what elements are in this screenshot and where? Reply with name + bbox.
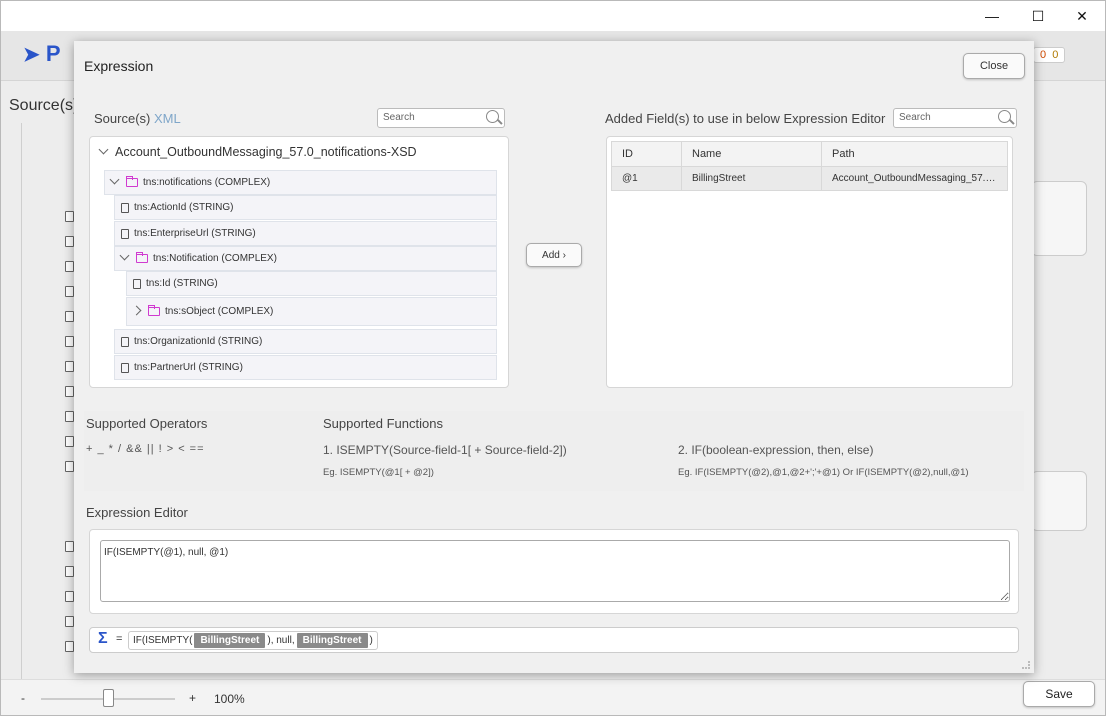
tree-node[interactable]: tns:PartnerUrl (STRING) [114, 355, 497, 380]
tree-node[interactable]: tns:Notification (COMPLEX) [114, 246, 497, 271]
tree-node[interactable]: tns:notifications (COMPLEX) [104, 170, 497, 195]
file-icon [121, 362, 129, 373]
tree-node[interactable]: tns:sObject (COMPLEX) [126, 297, 497, 326]
column-header-id[interactable]: ID [611, 141, 682, 167]
expression-preview-value: IF(ISEMPTY( BillingStreet ), null, Billi… [128, 631, 378, 650]
sources-heading: Source(s) [9, 97, 79, 114]
added-fields-table-container: ID Name Path @1 BillingStreet Account_Ou… [606, 136, 1013, 388]
file-icon [65, 386, 74, 397]
expression-dialog: Expression Close Source(s) XML Search Ac… [74, 41, 1034, 673]
app-logo: ➤ P [23, 41, 61, 66]
resize-handle[interactable] [1022, 661, 1030, 669]
column-header-path[interactable]: Path [821, 141, 1008, 167]
add-button[interactable]: Add › [526, 243, 582, 267]
chevron-down-icon [98, 144, 109, 155]
function-isempty: 1. ISEMPTY(Source-field-1[ + Source-fiel… [323, 443, 567, 457]
file-icon [65, 361, 74, 372]
file-icon [65, 641, 74, 652]
tree-node[interactable]: tns:EnterpriseUrl (STRING) [114, 221, 497, 246]
dialog-title: Expression [84, 58, 154, 74]
function-if-example: Eg. IF(ISEMPTY(@2),@1,@2+';'+@1) Or IF(I… [678, 467, 969, 478]
folder-icon [136, 252, 148, 263]
operators-title: Supported Operators [86, 416, 208, 431]
file-icon [65, 566, 74, 577]
tree-node[interactable]: tns:OrganizationId (STRING) [114, 329, 497, 354]
sigma-icon: Σ [98, 630, 108, 647]
zoom-in-button[interactable]: + [189, 691, 196, 705]
field-chip: BillingStreet [194, 633, 266, 648]
expression-editor-title: Expression Editor [86, 505, 188, 520]
sources-label: Source(s) XML [94, 111, 181, 126]
file-icon [65, 591, 74, 602]
chevron-right-icon [131, 305, 142, 316]
function-isempty-example: Eg. ISEMPTY(@1[ + @2]) [323, 467, 434, 478]
file-icon [65, 286, 74, 297]
chevron-down-icon [119, 250, 130, 261]
file-icon [65, 616, 74, 627]
zoom-out-button[interactable]: - [21, 691, 25, 705]
cell-id: @1 [611, 166, 682, 191]
maximize-button[interactable]: ☐ [1015, 1, 1061, 31]
operators-list: + _ * / && || ! > < == [86, 443, 205, 455]
close-button[interactable]: Close [963, 53, 1025, 79]
folder-icon [148, 305, 160, 316]
file-icon [121, 336, 129, 347]
cell-path: Account_OutboundMessaging_57.0... [821, 166, 1008, 191]
minimize-button[interactable]: — [969, 1, 1015, 31]
functions-title: Supported Functions [323, 416, 443, 431]
background-panel [1031, 471, 1087, 531]
file-icon [65, 436, 74, 447]
chevron-down-icon [109, 174, 120, 185]
field-chip: BillingStreet [296, 633, 368, 648]
title-bar: — ☐ ✕ [1, 1, 1105, 31]
expression-preview: Σ = IF(ISEMPTY( BillingStreet ), null, B… [89, 627, 1019, 653]
file-icon [65, 236, 74, 247]
table-header-row: ID Name Path [611, 141, 1008, 167]
search-icon [486, 110, 499, 123]
file-icon [65, 541, 74, 552]
file-icon [121, 228, 129, 239]
file-icon [65, 261, 74, 272]
window-close-button[interactable]: ✕ [1059, 1, 1105, 31]
equals-sign: = [116, 633, 123, 645]
folder-icon [126, 176, 138, 187]
file-icon [65, 461, 74, 472]
cell-name: BillingStreet [681, 166, 822, 191]
background-panel [1031, 181, 1087, 256]
preview-text: ) [369, 635, 373, 646]
file-icon [65, 336, 74, 347]
search-icon [998, 110, 1011, 123]
status-badges: 0 0 [1033, 47, 1066, 63]
zoom-value: 100% [214, 692, 245, 706]
file-icon [121, 202, 129, 213]
function-if: 2. IF(boolean-expression, then, else) [678, 443, 874, 457]
bottom-bar [1, 679, 1105, 715]
column-header-name[interactable]: Name [681, 141, 822, 167]
tree-root[interactable]: Account_OutboundMessaging_57.0_notificat… [98, 144, 417, 159]
expression-editor-input[interactable]: IF(ISEMPTY(@1), null, @1) [100, 540, 1010, 602]
sources-search-input[interactable]: Search [377, 108, 505, 128]
file-icon [133, 278, 141, 289]
table-row[interactable]: @1 BillingStreet Account_OutboundMessagi… [611, 166, 1008, 191]
file-icon [65, 211, 74, 222]
expression-editor-container: IF(ISEMPTY(@1), null, @1) [89, 529, 1019, 614]
preview-text: IF(ISEMPTY( [133, 635, 193, 646]
file-icon [65, 411, 74, 422]
app-window: — ☐ ✕ ➤ P 0 0 Source(s) - + 100% Save Ex… [0, 0, 1106, 716]
xml-tree[interactable]: Account_OutboundMessaging_57.0_notificat… [89, 136, 509, 388]
zoom-slider-thumb[interactable] [102, 689, 114, 707]
tree-node[interactable]: tns:Id (STRING) [126, 271, 497, 296]
save-button[interactable]: Save [1023, 681, 1095, 707]
added-fields-table: ID Name Path @1 BillingStreet Account_Ou… [611, 141, 1008, 191]
preview-text: ), null, [267, 635, 295, 646]
added-fields-search-input[interactable]: Search [893, 108, 1017, 128]
tree-node[interactable]: tns:ActionId (STRING) [114, 195, 497, 220]
file-icon [65, 311, 74, 322]
added-fields-label: Added Field(s) to use in below Expressio… [605, 111, 886, 126]
